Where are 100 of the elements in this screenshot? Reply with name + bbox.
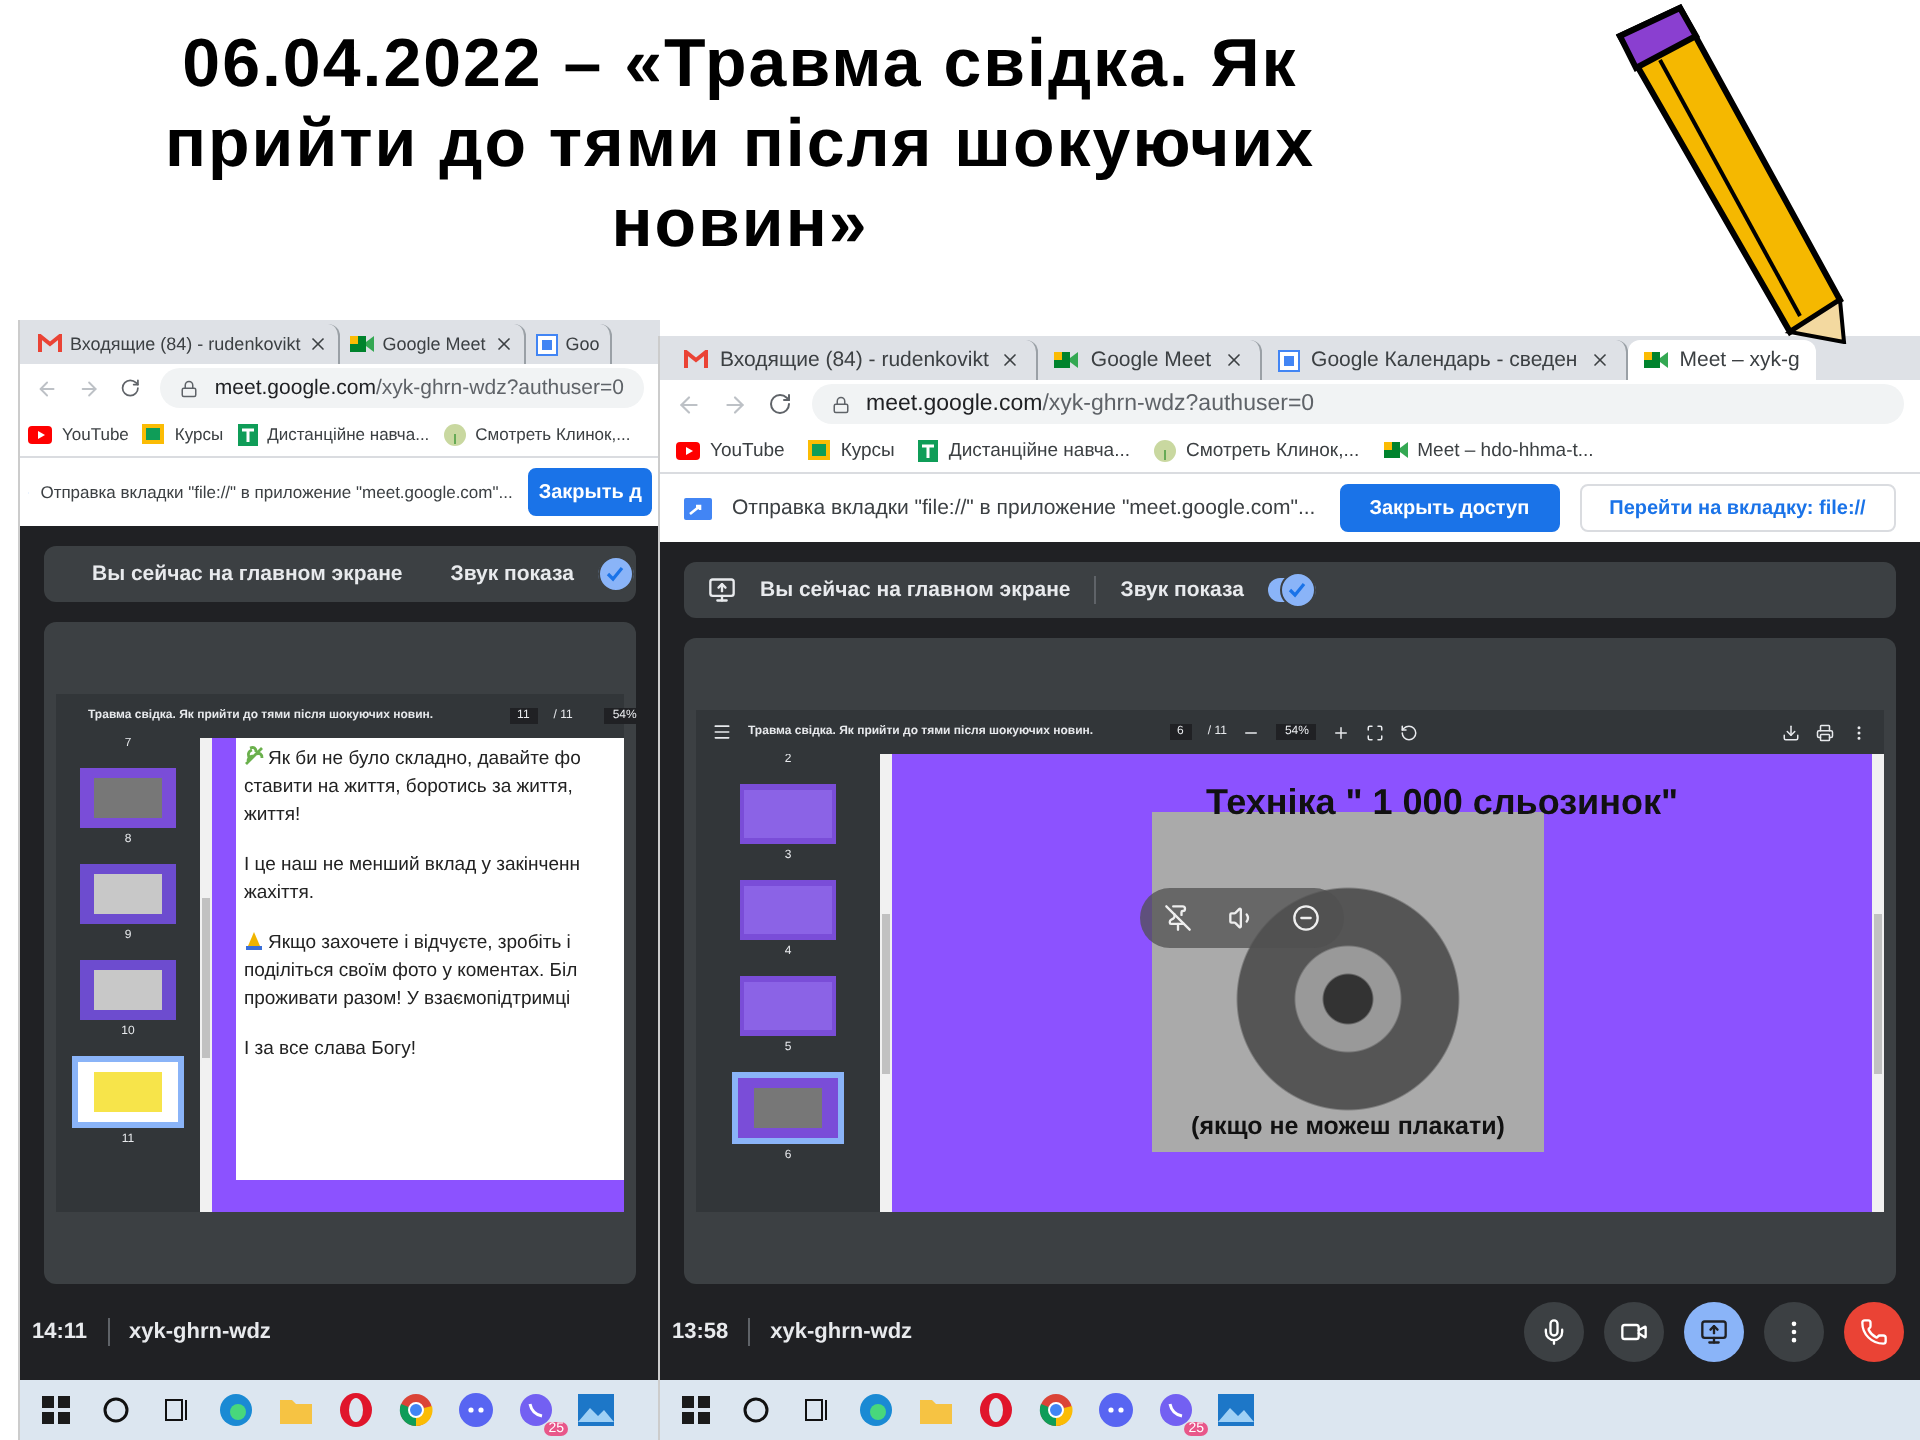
- slide-caption: (якщо не можеш плакати): [1191, 1112, 1505, 1140]
- tab-title: Google Календарь - сведен: [1311, 348, 1578, 372]
- opera-icon[interactable]: [336, 1390, 376, 1430]
- classroom-icon: [808, 440, 831, 460]
- chrome-icon[interactable]: [396, 1390, 436, 1430]
- video-camera-icon: [1620, 1318, 1648, 1346]
- zoom-in-icon[interactable]: [1332, 723, 1351, 741]
- mail-icon: [38, 334, 62, 354]
- url-host: meet.google.com: [214, 376, 376, 400]
- share-message: Отправка вкладки "file://" в приложение "meet.google.com"...: [732, 496, 1316, 520]
- remove-icon[interactable]: [1292, 904, 1320, 932]
- url-path: /xyk-ghrn-wdz?authuser=0: [1042, 392, 1315, 416]
- menu-icon[interactable]: [712, 722, 732, 742]
- call-time: 13:58: [672, 1320, 729, 1344]
- page-thumbnail[interactable]: [732, 1072, 844, 1144]
- bookmark[interactable]: Дистанційне навча...: [918, 439, 1130, 461]
- meeting-code: xyk-ghrn-wdz: [770, 1320, 913, 1344]
- video-camera-icon: [1643, 350, 1668, 370]
- url-host: meet.google.com: [866, 392, 1043, 416]
- url-path: /xyk-ghrn-wdz?authuser=0: [375, 376, 624, 400]
- slide-title: Техніка " 1 000 сльозинок": [1205, 782, 1679, 824]
- microphone-icon: [1540, 1318, 1568, 1346]
- chrome-icon[interactable]: [1036, 1390, 1076, 1430]
- reload-icon[interactable]: [120, 376, 141, 400]
- slide-paragraph: Як би не було складно, давайте фо ставити на життя, боротись за життя, життя!: [244, 746, 583, 830]
- presenting-message: Вы сейчас на главном экране: [92, 562, 403, 586]
- scrollbar[interactable]: [880, 754, 892, 1212]
- classroom-icon: [142, 424, 165, 444]
- tab-title: Google Meet: [1090, 348, 1212, 372]
- play-icon: [28, 425, 52, 443]
- bookmark[interactable]: YouTube: [28, 424, 129, 444]
- call-control-button[interactable]: [1844, 1302, 1904, 1362]
- unpin-icon[interactable]: [1164, 904, 1192, 932]
- call-control-button[interactable]: [1524, 1302, 1584, 1362]
- download-icon[interactable]: [1782, 723, 1800, 741]
- call-control-button[interactable]: [1604, 1302, 1664, 1362]
- sound-toggle[interactable]: [597, 562, 634, 586]
- close-icon[interactable]: [308, 334, 329, 354]
- page-thumbnail[interactable]: [72, 1056, 184, 1128]
- bookmark[interactable]: Дистанційне навча...: [237, 423, 430, 445]
- meeting-code: xyk-ghrn-wdz: [129, 1320, 271, 1344]
- bookmark[interactable]: Курсы: [142, 424, 224, 444]
- reload-icon[interactable]: [768, 392, 792, 416]
- present-screen-icon: [1700, 1318, 1728, 1346]
- sound-toggle[interactable]: [1267, 578, 1316, 602]
- slide-heading: 06.04.2022 – «Травма свідка. Як прийти до тями після шокуючих новин»: [163, 24, 1317, 266]
- tab-title: Google Meet: [382, 334, 486, 354]
- bookmark[interactable]: Смотреть Клинок,...: [443, 423, 631, 445]
- discord-icon[interactable]: [456, 1390, 496, 1430]
- phone-icon: [1860, 1318, 1888, 1346]
- close-icon[interactable]: [1223, 350, 1244, 370]
- address-field[interactable]: meet.google.com/xyk-ghrn-wdz?authuser=0: [812, 384, 1904, 424]
- slide-paragraph: І за все слава Богу!: [244, 1036, 418, 1064]
- tab-title: Входящие (84) - rudenkovikt: [70, 334, 301, 354]
- print-icon[interactable]: [1816, 723, 1834, 741]
- discord-icon[interactable]: [1096, 1390, 1136, 1430]
- tree-icon: [1153, 439, 1176, 461]
- slide-paragraph: І це наш не менший вклад у закінченн жахіття.: [244, 852, 583, 908]
- rotate-icon[interactable]: [1400, 723, 1419, 741]
- stop-sharing-button[interactable]: Закрыть доступ: [1339, 484, 1560, 532]
- calendar-icon: [535, 333, 558, 355]
- bookmark[interactable]: Meet – hdo-hhma-t...: [1383, 439, 1594, 461]
- bookmark[interactable]: Смотреть Клинок,...: [1153, 439, 1360, 461]
- video-camera-icon: [1054, 350, 1079, 370]
- check-icon: [1288, 582, 1307, 598]
- bookmark[interactable]: Курсы: [808, 439, 895, 461]
- scrollbar[interactable]: [1872, 754, 1884, 1212]
- close-icon[interactable]: [493, 334, 514, 354]
- leaf-icon: [244, 746, 264, 766]
- stop-sharing-button[interactable]: Закрыть д: [528, 468, 652, 516]
- windows-start-icon[interactable]: [676, 1390, 716, 1430]
- mail-icon: [684, 350, 708, 370]
- page-thumbnail[interactable]: [740, 880, 836, 940]
- page-thumbnail[interactable]: [80, 864, 176, 924]
- present-screen-icon: [708, 576, 736, 604]
- bookmark[interactable]: YouTube: [676, 439, 785, 461]
- address-field[interactable]: meet.google.com/xyk-ghrn-wdz?authuser=0: [160, 368, 644, 408]
- opera-icon[interactable]: [976, 1390, 1016, 1430]
- browser-tab[interactable]: Meet – xyk-g: [1627, 340, 1816, 380]
- tab-title: Goo: [565, 334, 600, 354]
- switch-tab-button[interactable]: Перейти на вкладку: file://: [1579, 484, 1896, 532]
- windows-start-icon[interactable]: [36, 1390, 76, 1430]
- page-thumbnail[interactable]: [740, 784, 836, 844]
- edge-browser-icon[interactable]: [216, 1390, 256, 1430]
- edge-browser-icon[interactable]: [856, 1390, 896, 1430]
- presenting-message: Вы сейчас на главном экране: [760, 578, 1071, 602]
- page-thumbnail[interactable]: [80, 768, 176, 828]
- close-icon[interactable]: [1000, 350, 1021, 370]
- close-icon[interactable]: [1589, 350, 1610, 370]
- page-thumbnail[interactable]: [80, 960, 176, 1020]
- video-camera-icon: [1383, 440, 1408, 460]
- calendar-icon: [1277, 349, 1300, 371]
- play-icon: [676, 441, 700, 459]
- photos-icon[interactable]: [1216, 1390, 1256, 1430]
- page-thumbnail[interactable]: [740, 976, 836, 1036]
- slide-paragraph: Якщо захочете і відчуєте, зробіть і поділіться своїм фото у коментах. Біл проживати разом! У взаємопідтримці: [244, 930, 580, 1014]
- call-control-button[interactable]: [1684, 1302, 1744, 1362]
- photos-icon[interactable]: [576, 1390, 616, 1430]
- scrollbar[interactable]: [200, 738, 212, 1212]
- fit-page-icon[interactable]: [1366, 723, 1385, 741]
